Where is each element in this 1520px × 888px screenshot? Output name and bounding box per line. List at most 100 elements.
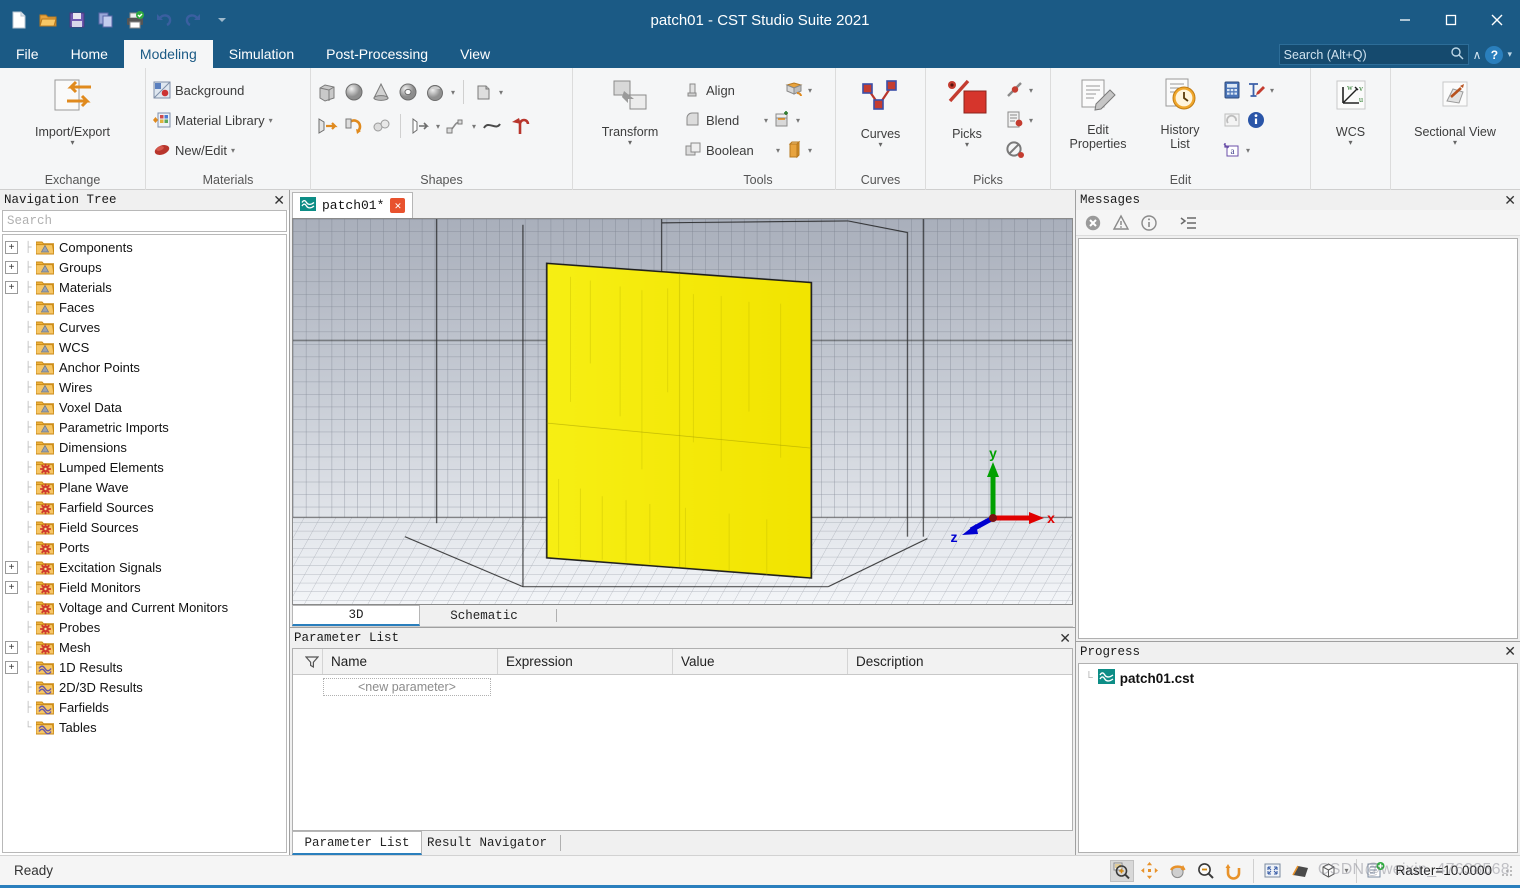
tree-item-2d-3d-results[interactable]: ├ 2D/3D Results <box>3 677 286 697</box>
parameters-chevron-down-icon[interactable]: ▾ <box>1246 146 1250 155</box>
tree-item-wires[interactable]: ├ Wires <box>3 377 286 397</box>
info-icon[interactable] <box>1246 110 1266 130</box>
help-icon[interactable]: ? <box>1485 45 1504 64</box>
boolean-button[interactable]: Boolean <box>684 141 772 159</box>
expand-icon[interactable]: + <box>5 660 18 674</box>
ribbon-tab-simulation[interactable]: Simulation <box>213 40 310 68</box>
warnings-icon[interactable] <box>1108 212 1134 234</box>
progress-close-icon[interactable]: ✕ <box>1504 643 1516 660</box>
tree-item-voltage-and-current-monitors[interactable]: ├ Voltage and Current Monitors <box>3 597 286 617</box>
tree-item-curves[interactable]: ├ Curves <box>3 317 286 337</box>
collapse-ribbon-icon[interactable]: ∧ <box>1473 48 1482 62</box>
progress-list[interactable]: └ patch01.cst <box>1078 663 1518 853</box>
zoom-tool-icon[interactable] <box>1109 859 1134 882</box>
blend-button[interactable]: Blend <box>684 111 760 129</box>
tree-item-1d-results[interactable]: + ├ 1D Results <box>3 657 286 677</box>
clear-picks-icon[interactable] <box>1005 140 1025 160</box>
transform-button[interactable]: Transform ▾ <box>578 71 682 147</box>
viewport-3d[interactable]: y x z <box>292 218 1073 605</box>
loft-icon[interactable] <box>370 115 392 137</box>
tree-item-parametric-imports[interactable]: ├ Parametric Imports <box>3 417 286 437</box>
view-cube-icon[interactable] <box>1317 860 1341 882</box>
rename-icon[interactable] <box>1246 80 1266 100</box>
tab-result-navigator[interactable]: Result Navigator <box>422 831 552 855</box>
navigation-tree-search-input[interactable]: Search <box>2 210 287 232</box>
update-icon[interactable] <box>1222 110 1242 130</box>
extrude-icon[interactable] <box>316 115 338 137</box>
curves-chevron-down-icon[interactable]: ▾ <box>878 141 882 149</box>
document-tab-patch01[interactable]: patch01* ✕ <box>292 192 414 218</box>
customize-icon[interactable] <box>209 7 235 33</box>
picks-button[interactable]: Picks ▾ <box>931 71 1003 149</box>
trace-icon[interactable] <box>481 115 503 137</box>
screenshot-icon[interactable] <box>1364 860 1388 882</box>
bend-icon[interactable] <box>508 115 530 137</box>
open-icon[interactable] <box>35 7 61 33</box>
maximize-button[interactable] <box>1428 0 1474 40</box>
detail-icon[interactable] <box>1176 212 1202 234</box>
undo-icon[interactable] <box>151 7 177 33</box>
resize-grip-icon[interactable] <box>1500 864 1514 878</box>
rename-chevron-down-icon[interactable]: ▾ <box>1270 86 1274 95</box>
extrude-curve-icon[interactable] <box>409 115 431 137</box>
boolean-chevron-down-icon[interactable]: ▾ <box>776 146 780 155</box>
tree-item-probes[interactable]: ├ Probes <box>3 617 286 637</box>
material-library-button[interactable]: Material Library ▾ <box>151 105 275 135</box>
extrude-curve-chevron-down-icon[interactable]: ▾ <box>436 122 440 131</box>
redo-icon[interactable] <box>180 7 206 33</box>
navigation-tree-close-icon[interactable]: ✕ <box>273 192 285 209</box>
tree-item-dimensions[interactable]: ├ Dimensions <box>3 437 286 457</box>
tree-item-lumped-elements[interactable]: ├ Lumped Elements <box>3 457 286 477</box>
ribbon-tab-file[interactable]: File <box>0 40 55 68</box>
pick-edge-icon[interactable] <box>1005 80 1025 100</box>
primitives-chevron-down-icon[interactable]: ▾ <box>451 88 455 97</box>
copy-icon[interactable] <box>93 7 119 33</box>
tree-item-mesh[interactable]: + ├ Mesh <box>3 637 286 657</box>
document-tab-close-icon[interactable]: ✕ <box>390 198 406 213</box>
parameter-column-description[interactable]: Description <box>848 649 1072 674</box>
parameter-table[interactable]: Name Expression Value Description <new p… <box>292 648 1073 831</box>
blend-chevron-down-icon[interactable]: ▾ <box>764 116 768 125</box>
zoom-out-tool-icon[interactable] <box>1194 860 1218 882</box>
tree-item-components[interactable]: + ├ Components <box>3 237 286 257</box>
shape-tool-chevron-down-icon[interactable]: ▾ <box>808 86 812 95</box>
sweep-curve-chevron-down-icon[interactable]: ▾ <box>472 122 476 131</box>
picks-chevron-down-icon[interactable]: ▾ <box>965 141 969 149</box>
history-list-button[interactable]: History List <box>1140 71 1220 151</box>
expand-icon[interactable]: + <box>5 260 18 274</box>
search-icon[interactable] <box>1450 46 1464 63</box>
sectional-view-chevron-down-icon[interactable]: ▾ <box>1453 139 1457 147</box>
new-parameter-placeholder[interactable]: <new parameter> <box>323 678 491 696</box>
minimize-button[interactable] <box>1382 0 1428 40</box>
parameter-new-row[interactable]: <new parameter> <box>293 675 1072 699</box>
align-button[interactable]: Align <box>684 81 780 99</box>
tree-item-ports[interactable]: ├ Ports <box>3 537 286 557</box>
calculator-icon[interactable] <box>1222 80 1242 100</box>
local-modification-chevron-down-icon[interactable]: ▾ <box>796 116 800 125</box>
local-modification-icon[interactable] <box>772 110 792 130</box>
extrude-shape-icon[interactable] <box>472 81 494 103</box>
tree-item-wcs[interactable]: ├ WCS <box>3 337 286 357</box>
filter-icon[interactable] <box>293 649 323 674</box>
pick-face-icon[interactable] <box>1005 110 1025 130</box>
new-edit-material-button[interactable]: New/Edit ▾ <box>151 135 275 165</box>
parameter-column-value[interactable]: Value <box>673 649 848 674</box>
view-cube-chevron-down-icon[interactable]: ▾ <box>1345 866 1349 875</box>
material-tool-chevron-down-icon[interactable]: ▾ <box>808 146 812 155</box>
brick-icon[interactable] <box>316 81 338 103</box>
extrude-shape-chevron-down-icon[interactable]: ▾ <box>499 88 503 97</box>
viewport-tab-3d[interactable]: 3D <box>292 605 420 626</box>
parameter-column-name[interactable]: Name <box>323 649 498 674</box>
tree-item-excitation-signals[interactable]: + ├ Excitation Signals <box>3 557 286 577</box>
tree-item-farfields[interactable]: ├ Farfields <box>3 697 286 717</box>
tree-item-anchor-points[interactable]: ├ Anchor Points <box>3 357 286 377</box>
wcs-button[interactable]: w v u WCS ▾ <box>1316 71 1385 147</box>
rotate-tool-icon[interactable] <box>1166 860 1190 882</box>
ribbon-tab-modeling[interactable]: Modeling <box>123 40 213 68</box>
sectional-view-button[interactable]: Sectional View ▾ <box>1396 71 1514 147</box>
curves-button[interactable]: Curves ▾ <box>841 71 920 149</box>
sweep-curve-icon[interactable] <box>445 115 467 137</box>
expand-icon[interactable]: + <box>5 280 18 294</box>
rotate-icon[interactable] <box>343 115 365 137</box>
edit-properties-button[interactable]: Edit Properties <box>1056 71 1140 151</box>
